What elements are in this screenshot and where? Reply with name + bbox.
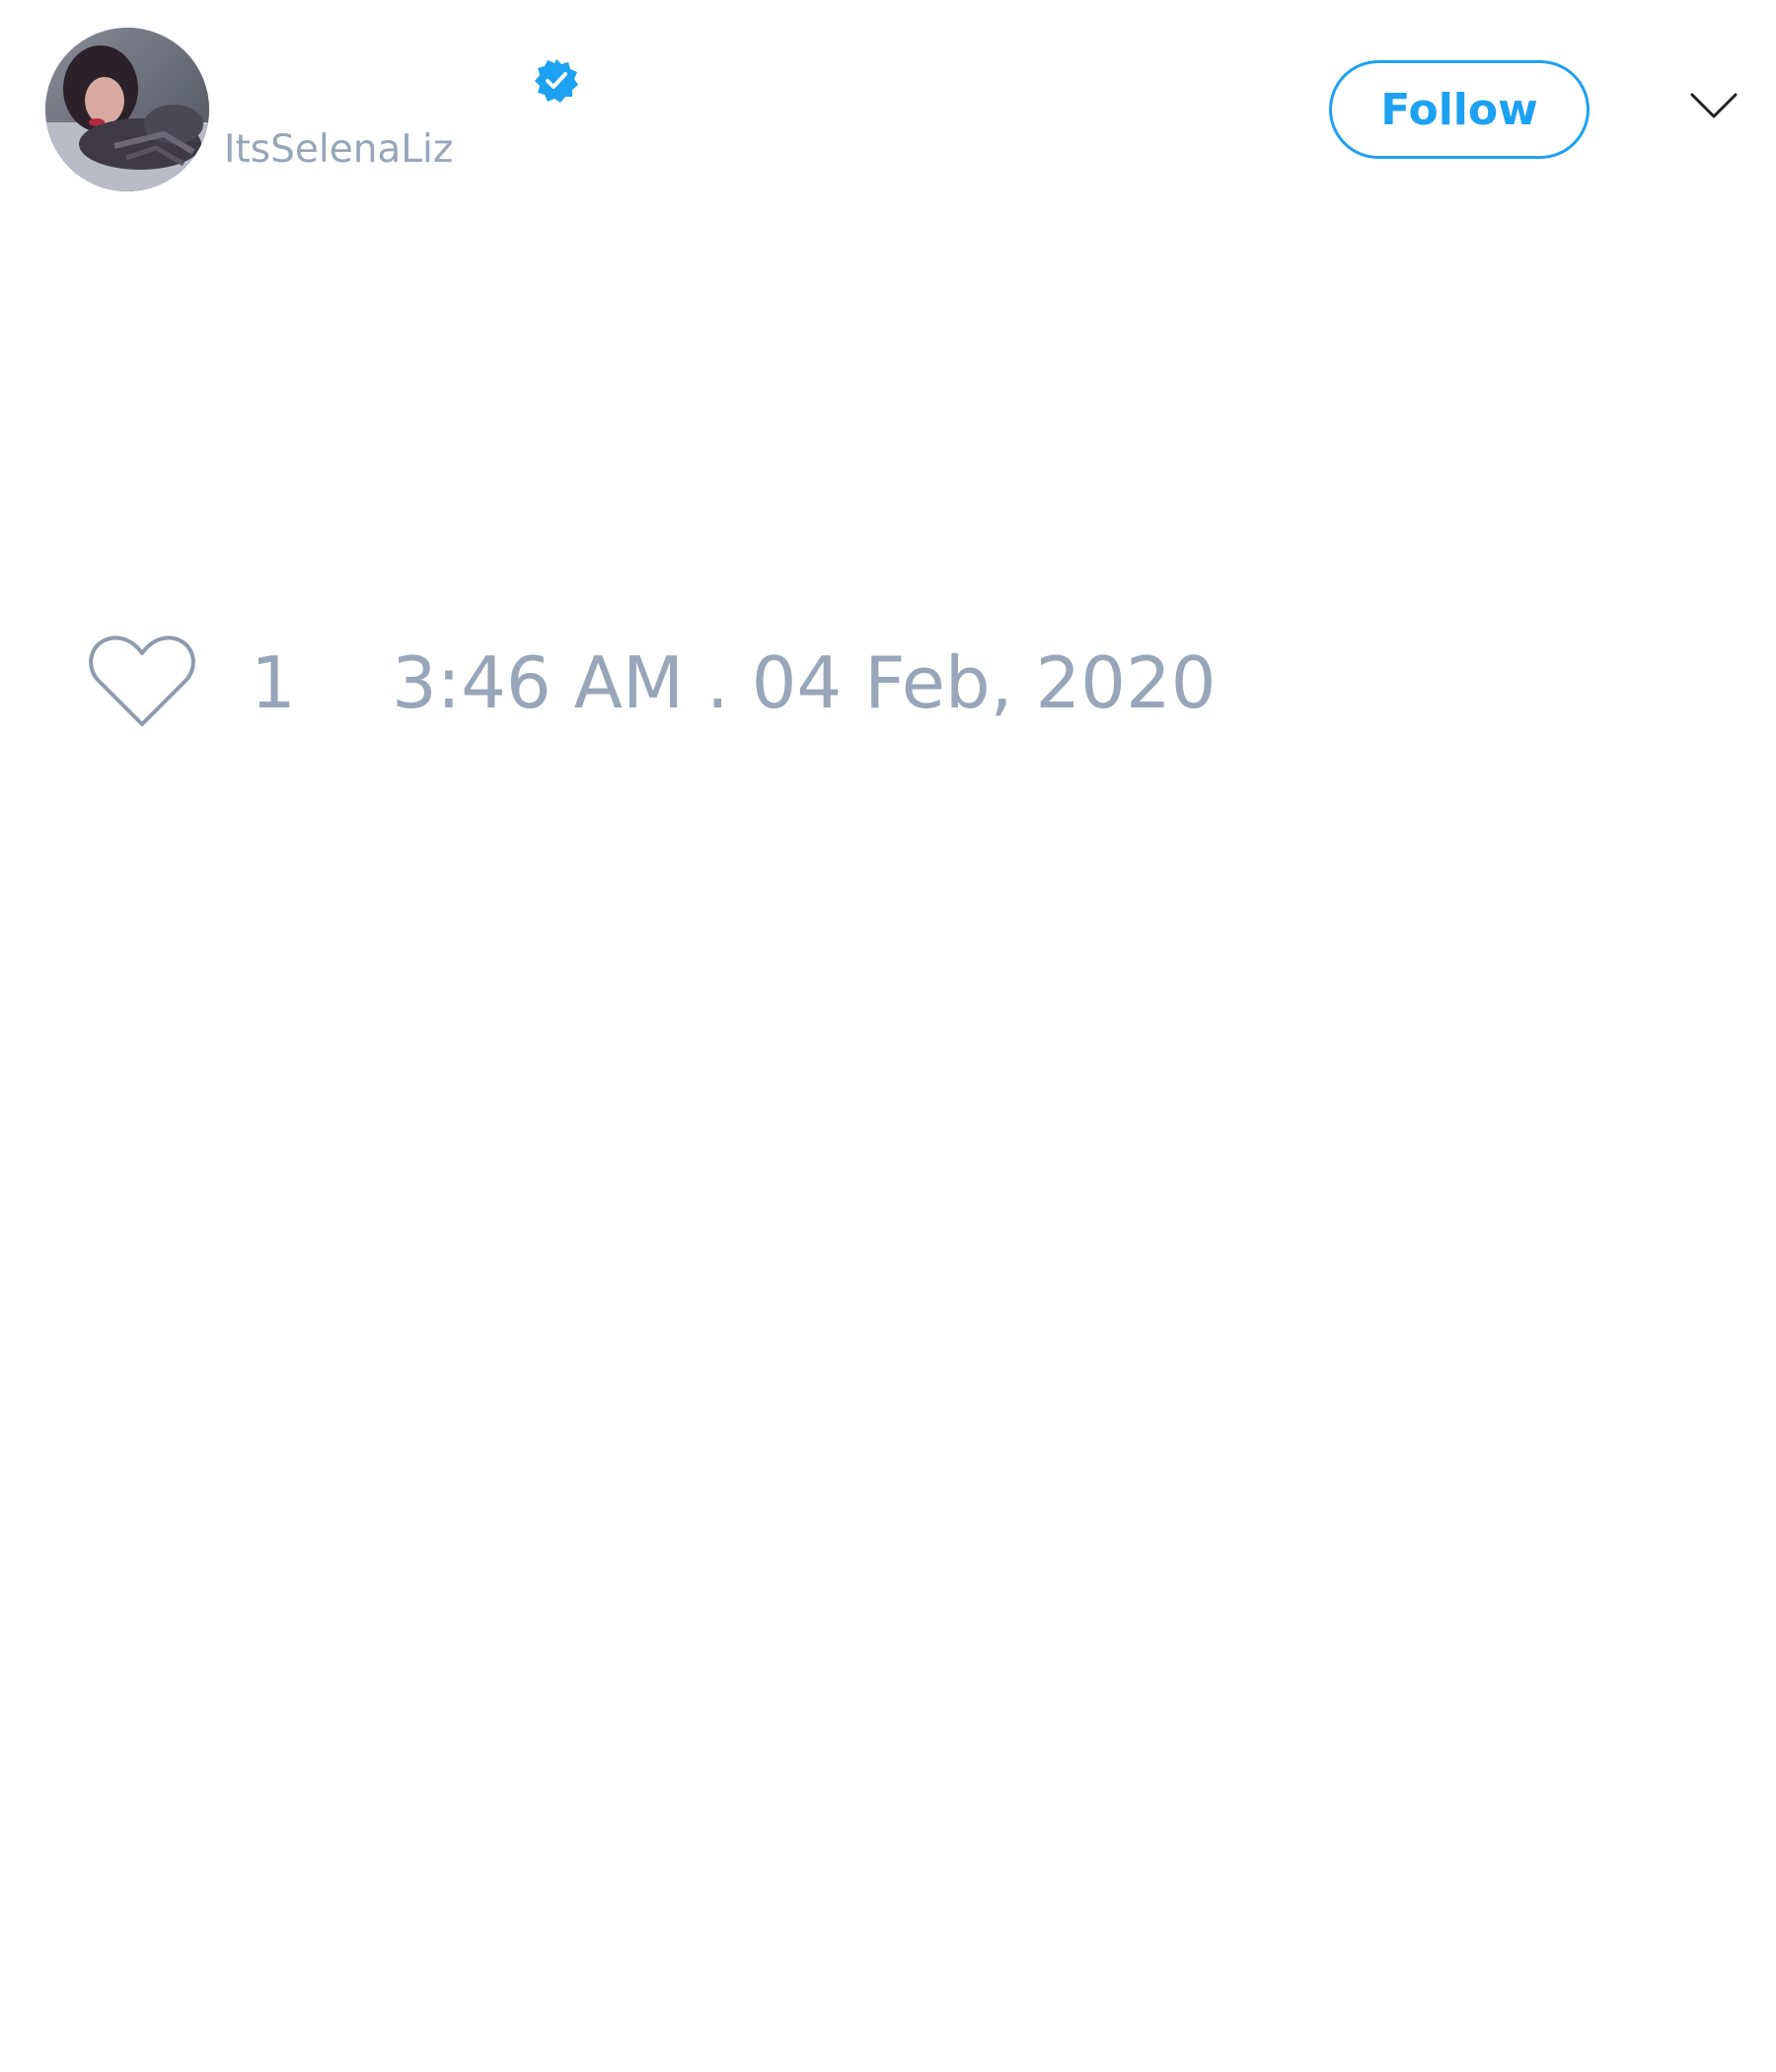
chevron-down-icon[interactable]	[1689, 91, 1739, 120]
tweet-timestamp[interactable]: 3:46 AM . 04 Feb, 2020	[392, 641, 1217, 724]
avatar[interactable]	[45, 28, 209, 191]
like-count: 1	[251, 641, 296, 724]
verified-badge-icon	[535, 59, 578, 103]
heart-outline-icon[interactable]	[87, 631, 197, 730]
profile-photo	[45, 28, 209, 191]
tweet-footer: 1 3:46 AM . 04 Feb, 2020	[0, 631, 1776, 740]
follow-button[interactable]: Follow	[1329, 60, 1590, 159]
user-handle[interactable]: ItsSelenaLiz	[224, 126, 453, 174]
tweet-header: ItsSelenaLiz Follow	[0, 0, 1776, 217]
